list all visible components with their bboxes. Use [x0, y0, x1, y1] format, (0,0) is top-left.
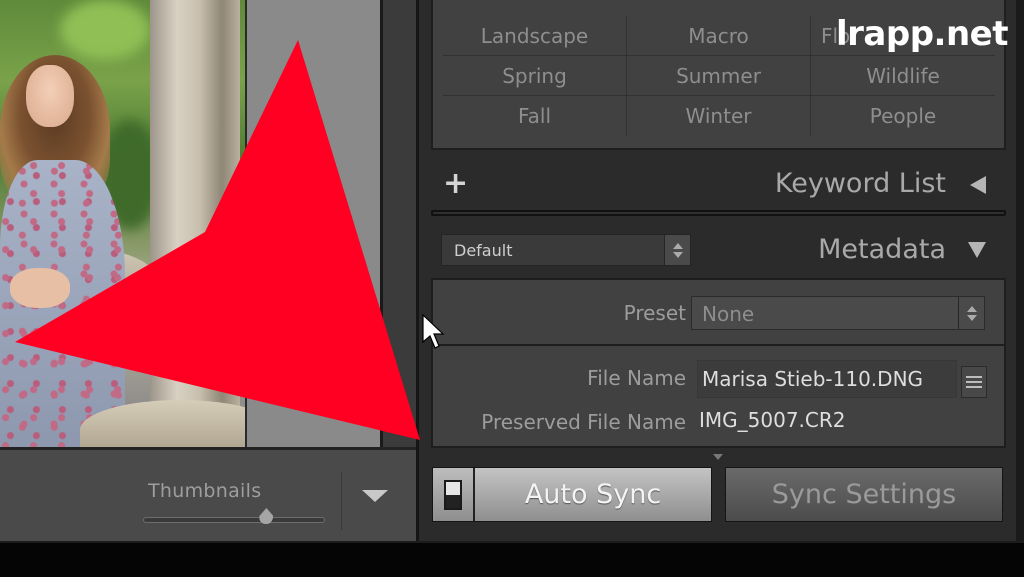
metadata-fields: Preset None File Name Marisa Stieb-110.D…: [431, 278, 1006, 448]
metadata-view-select[interactable]: Default: [441, 234, 691, 266]
keyword-list-header[interactable]: + Keyword List: [431, 160, 1006, 208]
panel-gutter: [380, 0, 416, 447]
sync-settings-button[interactable]: Sync Settings: [725, 467, 1003, 522]
bottom-bar: [0, 541, 1024, 577]
triangle-down-icon[interactable]: [968, 242, 986, 258]
auto-sync-group: Auto Sync: [432, 467, 712, 522]
preset-select[interactable]: None: [691, 296, 985, 330]
auto-sync-button[interactable]: Auto Sync: [475, 468, 711, 521]
panel-end-marker-icon: [713, 454, 723, 460]
keyword-cell[interactable]: People: [811, 96, 995, 136]
file-name-input[interactable]: Marisa Stieb-110.DNG: [697, 360, 957, 398]
photo-hands: [10, 268, 70, 308]
metadata-title[interactable]: Metadata: [818, 234, 946, 265]
watermark: lrapp.net: [836, 14, 1008, 54]
thumbnail-size-slider[interactable]: [143, 508, 325, 524]
plus-icon[interactable]: +: [443, 166, 468, 201]
slider-knob[interactable]: [259, 508, 274, 524]
keyword-cell[interactable]: Wildlife: [811, 56, 995, 96]
photo-face: [26, 65, 74, 127]
window-edge: [1016, 0, 1024, 541]
up-down-arrows-icon: [958, 297, 984, 329]
photo-tree-trunk: [150, 0, 240, 447]
thumbnails-label: Thumbnails: [148, 480, 262, 502]
file-name-value: Marisa Stieb-110.DNG: [702, 367, 924, 391]
keyword-cell[interactable]: Landscape: [443, 16, 627, 56]
section-divider: [431, 210, 1006, 216]
keyword-list-title[interactable]: Keyword List: [775, 168, 946, 199]
triangle-left-icon[interactable]: [970, 176, 986, 194]
keyword-cell[interactable]: Spring: [443, 56, 627, 96]
metadata-view-value: Default: [454, 241, 513, 260]
preset-label: Preset: [623, 301, 686, 325]
image-background-strip: [245, 0, 380, 447]
keyword-cell[interactable]: Winter: [627, 96, 811, 136]
filmstrip-toolbar: Thumbnails: [0, 447, 416, 541]
triangle-down-icon[interactable]: [362, 490, 388, 502]
right-panel: Landscape Macro Flo Spring Summer Wildli…: [416, 0, 1016, 541]
up-down-arrows-icon: [664, 235, 690, 265]
preserved-file-name-value: IMG_5007.CR2: [699, 408, 846, 432]
keyword-cell[interactable]: Summer: [627, 56, 811, 96]
photo-foliage: [60, 0, 150, 60]
keyword-cell[interactable]: Macro: [627, 16, 811, 56]
switch-icon: [444, 479, 462, 510]
auto-sync-toggle[interactable]: [433, 468, 475, 521]
metadata-header[interactable]: Default Metadata: [431, 228, 1006, 274]
photo-preview[interactable]: [0, 0, 245, 447]
preserved-file-name-label: Preserved File Name: [481, 410, 686, 434]
preset-value: None: [702, 302, 755, 326]
keyword-cell[interactable]: Fall: [443, 96, 627, 136]
list-icon[interactable]: [961, 366, 987, 398]
file-name-label: File Name: [587, 366, 686, 390]
toolbar-divider: [341, 472, 342, 530]
preset-row: Preset None: [433, 280, 1004, 346]
